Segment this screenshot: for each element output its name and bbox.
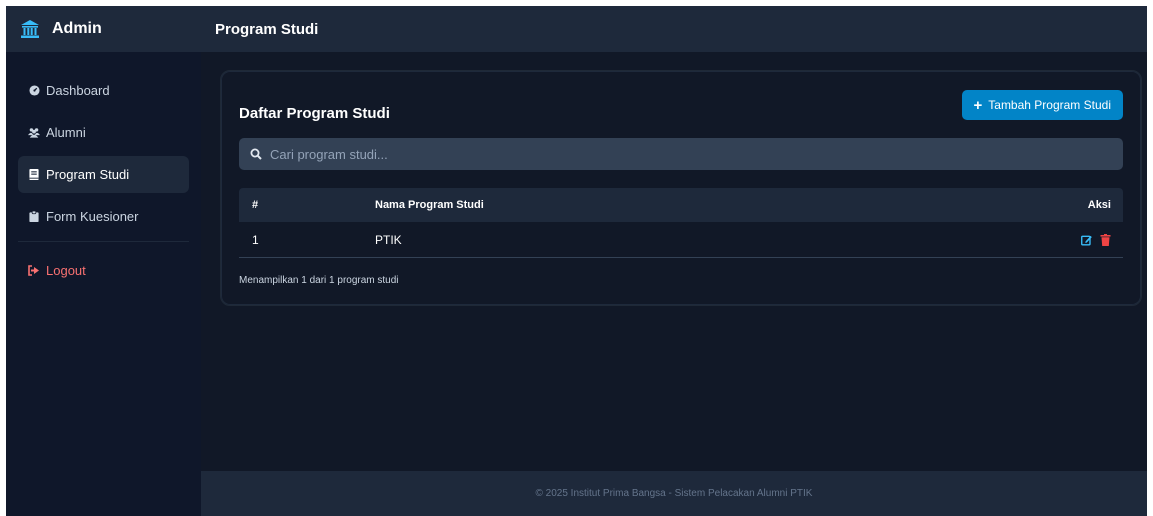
book-icon (28, 169, 40, 181)
institution-icon (21, 20, 39, 38)
page-title: Program Studi (215, 20, 319, 38)
table-header: # Nama Program Studi Aksi (239, 188, 1123, 222)
column-header-name: Nama Program Studi (375, 199, 484, 211)
footer-text: © 2025 Institut Prima Bangsa - Sistem Pe… (535, 488, 813, 499)
add-program-studi-button[interactable]: + Tambah Program Studi (961, 90, 1123, 120)
table-summary: Menampilkan 1 dari 1 program studi (239, 275, 399, 286)
app-window: Admin Dashboard Alumni Program Studi For… (6, 6, 1147, 516)
table-row: 1 PTIK (239, 222, 1123, 258)
sidebar-brand[interactable]: Admin (6, 6, 201, 52)
row-name: PTIK (375, 232, 402, 247)
search-input[interactable] (270, 146, 1123, 162)
main-content: Program Studi Daftar Program Studi + Tam… (201, 6, 1147, 516)
footer: © 2025 Institut Prima Bangsa - Sistem Pe… (201, 471, 1147, 516)
search-bar (239, 138, 1123, 170)
sidebar-item-dashboard[interactable]: Dashboard (18, 72, 189, 109)
program-studi-card: Daftar Program Studi + Tambah Program St… (220, 70, 1142, 306)
sidebar-nav: Dashboard Alumni Program Studi Form Kues… (6, 52, 201, 289)
row-actions (1043, 233, 1123, 246)
topbar: Program Studi (201, 6, 1147, 52)
gauge-icon (28, 85, 40, 97)
plus-icon: + (973, 96, 983, 114)
sidebar-item-label: Dashboard (46, 83, 110, 98)
search-icon (250, 148, 262, 160)
logout-label: Logout (46, 263, 86, 278)
sidebar-item-program-studi[interactable]: Program Studi (18, 156, 189, 193)
sidebar-item-label: Program Studi (46, 167, 130, 182)
add-button-label: Tambah Program Studi (988, 98, 1111, 112)
sidebar: Admin Dashboard Alumni Program Studi For… (6, 6, 201, 516)
logout-link[interactable]: Logout (18, 252, 189, 289)
sidebar-item-label: Form Kuesioner (46, 209, 139, 224)
edit-icon[interactable] (1081, 234, 1092, 246)
brand-title: Admin (52, 20, 102, 37)
row-number: 1 (252, 232, 259, 247)
sidebar-item-alumni[interactable]: Alumni (18, 114, 189, 151)
card-title: Daftar Program Studi (239, 105, 390, 122)
column-header-number: # (252, 199, 259, 211)
users-icon (28, 127, 40, 139)
sidebar-item-form-kuesioner[interactable]: Form Kuesioner (18, 198, 189, 235)
sidebar-item-label: Alumni (46, 125, 86, 140)
sign-out-icon (28, 265, 40, 277)
program-studi-table: # Nama Program Studi Aksi 1 PTIK (239, 188, 1123, 258)
clipboard-icon (28, 211, 40, 223)
nav-divider (18, 241, 189, 242)
column-header-aksi: Aksi (1087, 199, 1111, 211)
trash-icon[interactable] (1100, 233, 1111, 246)
